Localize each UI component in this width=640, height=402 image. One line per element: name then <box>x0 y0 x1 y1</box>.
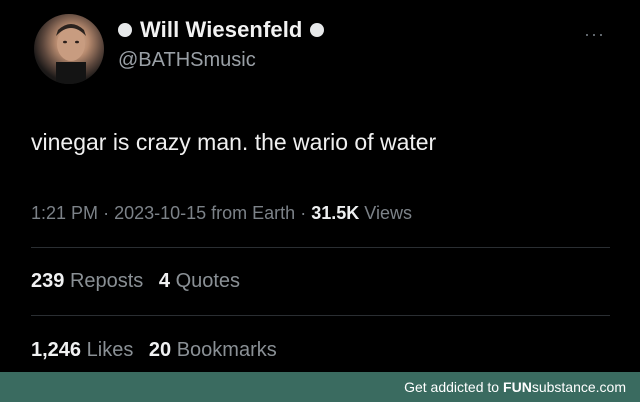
views-label-text: Views <box>364 203 412 223</box>
reposts-label: Reposts <box>69 270 144 292</box>
bookmarks-link[interactable]: 20 Bookmarks <box>149 339 277 361</box>
circle-icon <box>118 23 132 37</box>
quotes-link[interactable]: 4 Quotes <box>159 270 240 292</box>
footer-brand-bold: FUN <box>503 379 532 395</box>
watermark-footer[interactable]: Get addicted to FUN substance.com <box>0 372 640 402</box>
reposts-link[interactable]: 239 Reposts <box>31 270 143 292</box>
divider <box>31 247 610 248</box>
tweet-meta: 1:21 PM · 2023-10-15 from Earth · 31.5K … <box>31 203 412 224</box>
footer-brand-rest: substance.com <box>531 379 626 395</box>
views-count: 31.5K <box>311 203 360 223</box>
views-label: Views <box>364 203 412 223</box>
tweet-source: from Earth <box>211 203 295 223</box>
quotes-label: Quotes <box>175 270 241 292</box>
footer-prefix: Get addicted to <box>404 379 500 395</box>
reposts-count: 239 <box>31 270 65 292</box>
likes-link[interactable]: 1,246 Likes <box>31 339 133 361</box>
tweet-card: Will Wiesenfeld @BATHSmusic ··· vinegar … <box>0 0 640 372</box>
tweet-date[interactable]: 2023-10-15 <box>114 203 206 223</box>
source-label: from Earth <box>211 203 296 223</box>
avatar[interactable] <box>34 14 104 84</box>
more-options-icon[interactable]: ··· <box>584 24 605 45</box>
tweet-text: vinegar is crazy man. the wario of water <box>31 129 437 155</box>
bookmarks-count: 20 <box>148 339 172 361</box>
separator: · <box>300 203 312 223</box>
likes-label: Likes <box>86 339 134 361</box>
divider <box>31 315 610 316</box>
engagement-row-likes: 1,246 Likes 20 Bookmarks <box>31 339 277 362</box>
likes-count: 1,246 <box>31 339 82 361</box>
tweet-time[interactable]: 1:21 PM <box>31 203 98 223</box>
circle-icon <box>310 23 325 37</box>
author-name-row[interactable]: Will Wiesenfeld <box>118 17 325 43</box>
quotes-count: 4 <box>158 270 170 292</box>
author-display-name[interactable]: Will Wiesenfeld <box>140 17 302 43</box>
engagement-row-reposts: 239 Reposts 4 Quotes <box>31 270 240 293</box>
separator: · <box>103 203 115 223</box>
author-handle[interactable]: @BATHSmusic <box>118 49 256 72</box>
bookmarks-label: Bookmarks <box>176 339 277 361</box>
